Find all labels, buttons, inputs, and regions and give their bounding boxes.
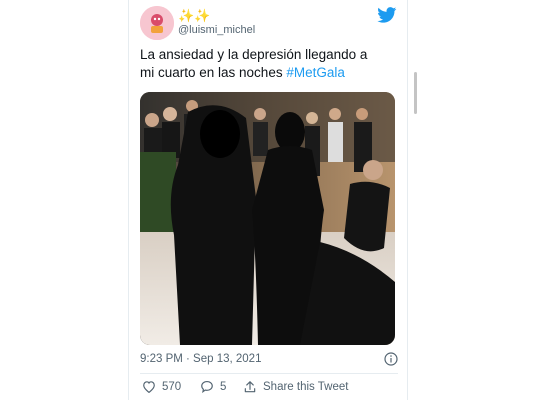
display-name[interactable]: ✨✨ xyxy=(178,9,210,23)
reply-button[interactable]: 5 xyxy=(200,380,226,393)
share-icon xyxy=(244,381,256,393)
share-button[interactable]: Share this Tweet xyxy=(243,380,348,394)
scrollbar[interactable] xyxy=(414,72,417,114)
like-count: 570 xyxy=(162,380,182,393)
hashtag-link[interactable]: #MetGala xyxy=(286,65,345,80)
timestamp[interactable]: 9:23 PM · Sep 13, 2021 xyxy=(140,353,261,365)
tweet-text: La ansiedad y la depresión llegando a mi… xyxy=(140,46,402,82)
tweet-photo[interactable] xyxy=(140,92,395,345)
tweet-meta: 9:23 PM · Sep 13, 2021 xyxy=(140,352,398,368)
twitter-bird-icon[interactable] xyxy=(377,7,397,23)
info-icon[interactable] xyxy=(384,352,398,366)
action-bar: 570 5 Share this Tweet xyxy=(140,380,398,396)
like-button[interactable]: 570 xyxy=(142,380,181,393)
reply-count: 5 xyxy=(220,380,227,393)
avatar[interactable] xyxy=(140,6,174,40)
heart-icon xyxy=(143,381,155,393)
reply-bubble-icon xyxy=(201,380,213,393)
divider xyxy=(140,373,398,374)
tweet-text-line2: mi cuarto en las noches xyxy=(140,65,287,80)
share-label: Share this Tweet xyxy=(263,381,349,393)
tweet-text-line1: La ansiedad y la depresión llegando a xyxy=(140,47,368,62)
handle[interactable]: @luismi_michel xyxy=(178,24,255,36)
